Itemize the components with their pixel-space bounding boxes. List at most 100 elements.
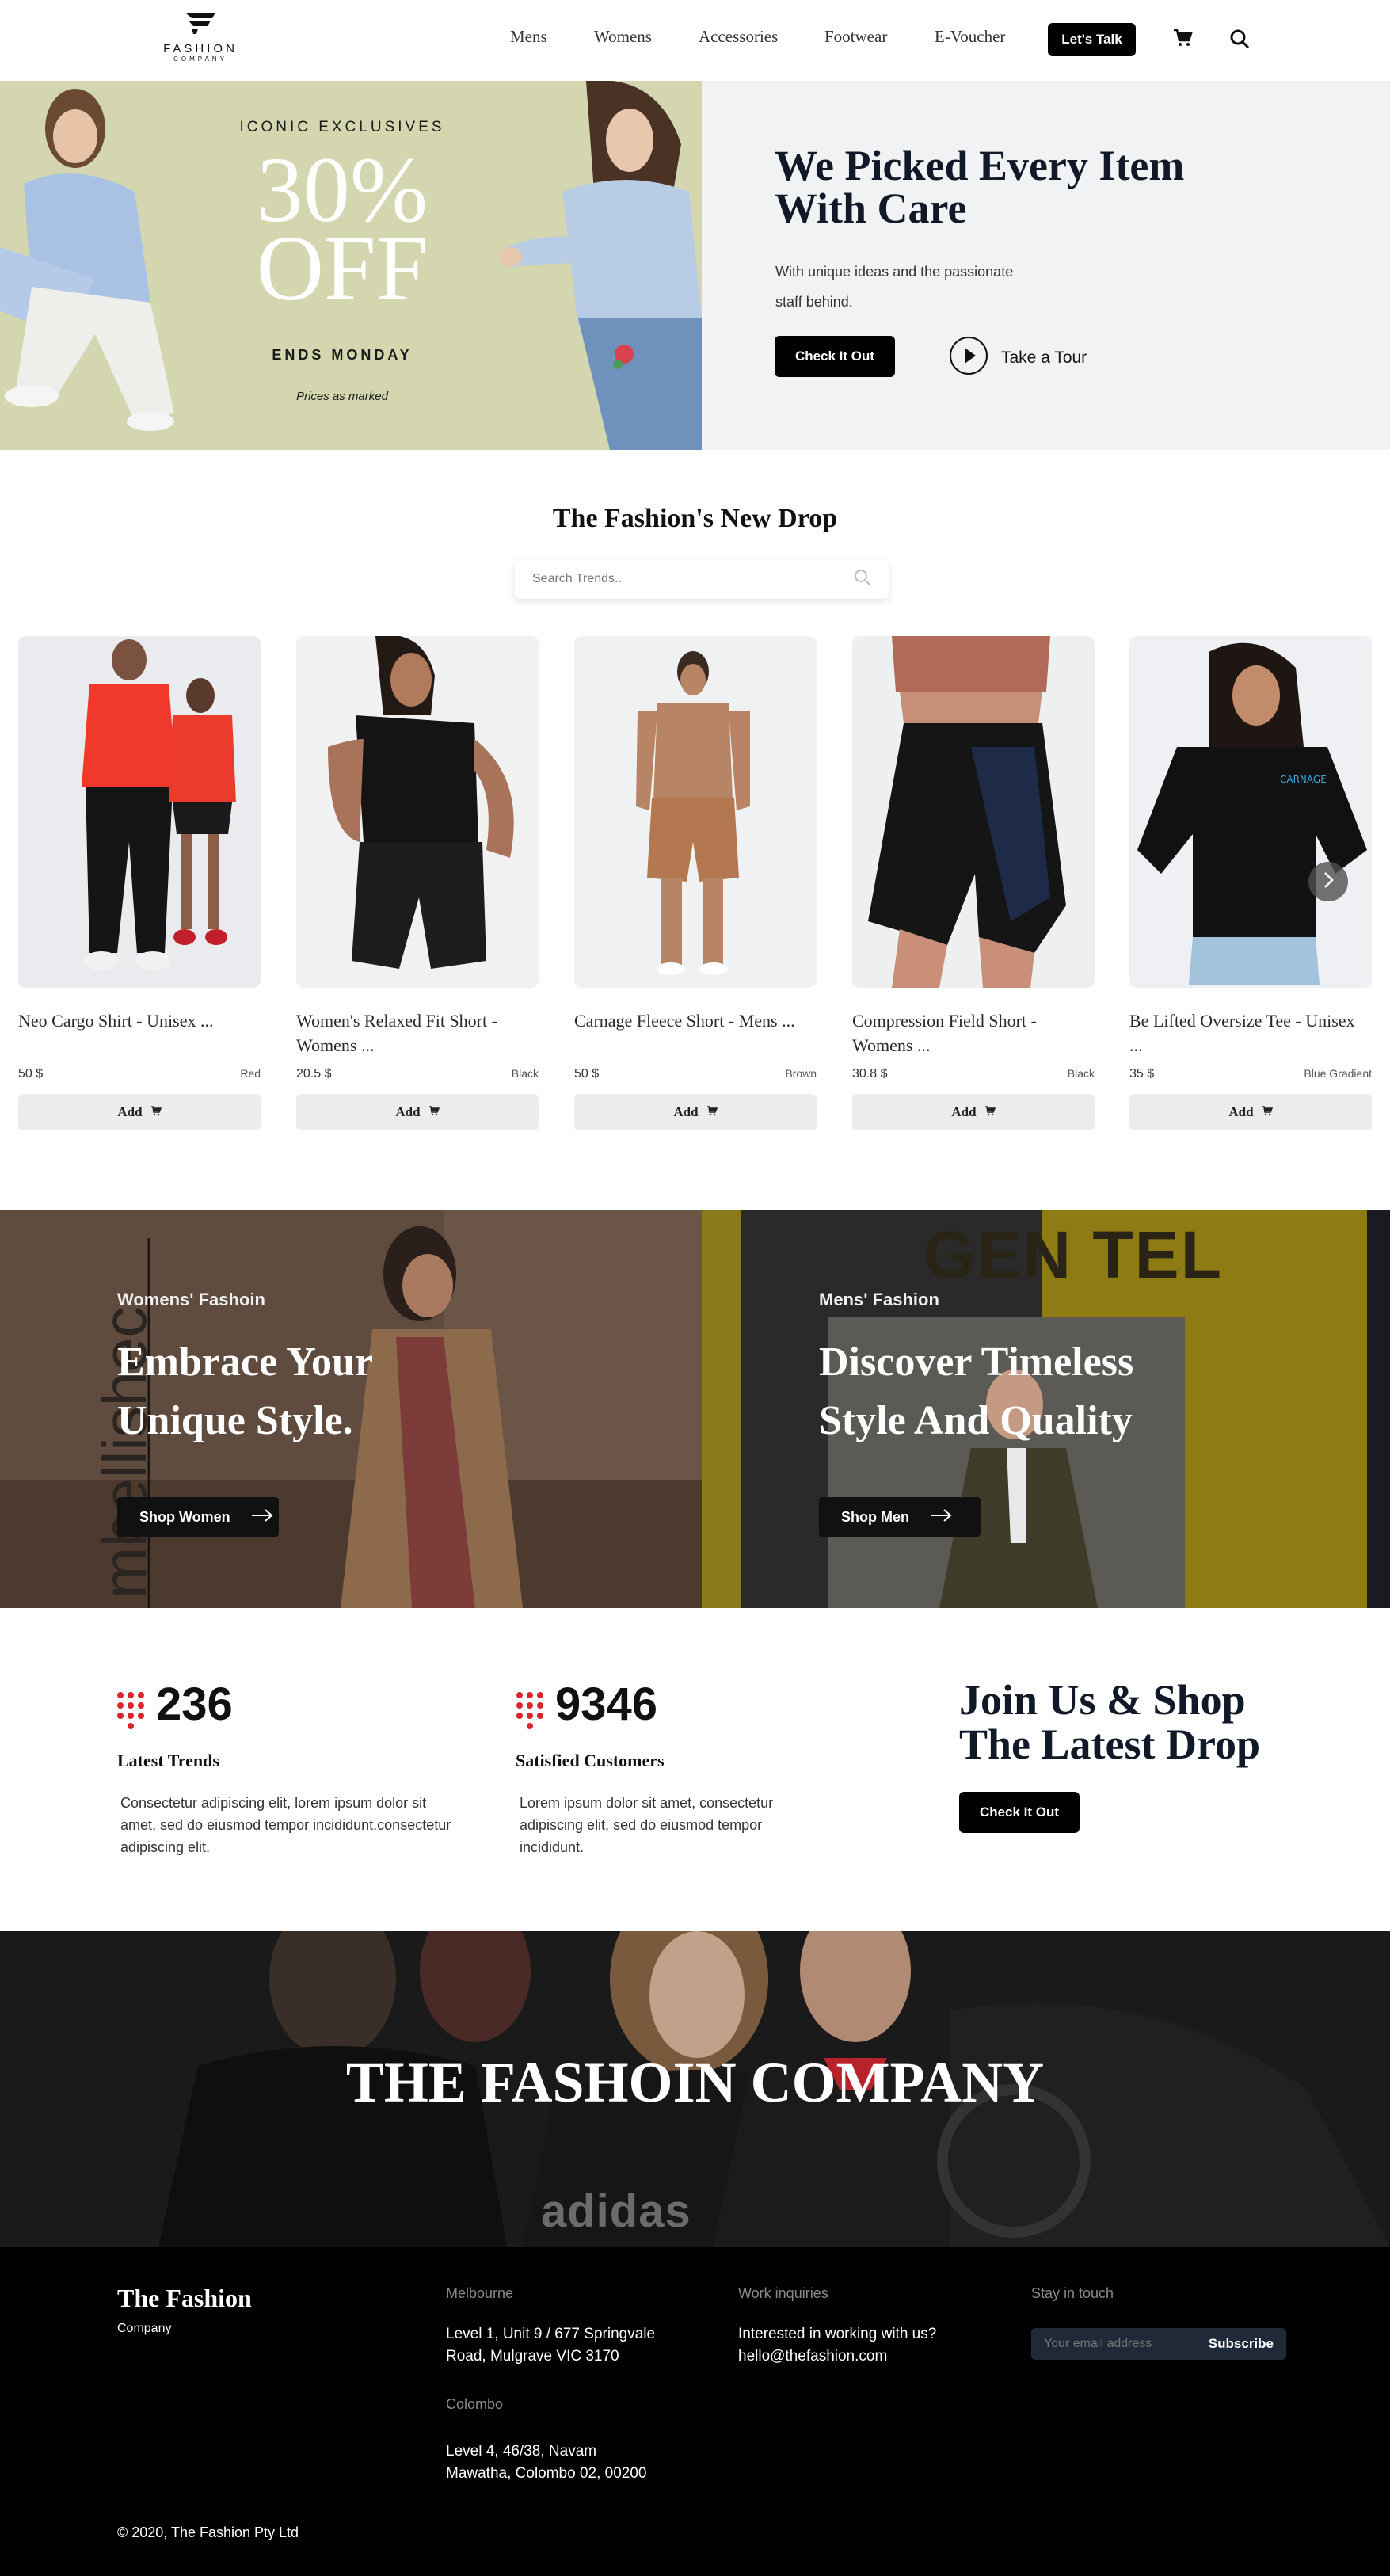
- search-icon[interactable]: [854, 569, 871, 590]
- stat-number-customers: 9346: [555, 1679, 658, 1730]
- product-card[interactable]: Compression Field Short - Womens ... 30.…: [852, 636, 1095, 1130]
- product-image[interactable]: [852, 636, 1095, 988]
- product-title[interactable]: Neo Cargo Shirt - Unisex ...: [18, 1008, 261, 1057]
- logo-text: FASHION: [163, 42, 238, 55]
- arrow-right-icon: [251, 1508, 273, 1526]
- take-a-tour-label: Take a Tour: [1001, 348, 1087, 367]
- cart-icon: [1262, 1104, 1273, 1120]
- footer-work-info: Interested in working with us? hello@the…: [738, 2323, 936, 2368]
- product-title[interactable]: Be Lifted Oversize Tee - Unisex ...: [1129, 1008, 1372, 1057]
- product-image[interactable]: [18, 636, 261, 988]
- dial-pad-icon: [116, 1690, 147, 1736]
- lets-talk-button[interactable]: Let's Talk: [1048, 23, 1136, 56]
- footer-work-heading: Work inquiries: [738, 2285, 828, 2301]
- womens-fashion-banner[interactable]: mbellishec Womens' Fashoin Embrace Your …: [0, 1210, 702, 1608]
- nav-item-footwear[interactable]: Footwear: [824, 27, 887, 47]
- nav-item-womens[interactable]: Womens: [594, 27, 652, 47]
- product-price: 35 $: [1129, 1067, 1155, 1080]
- add-to-cart-button[interactable]: Add: [1129, 1094, 1372, 1130]
- add-label: Add: [673, 1104, 699, 1119]
- promo-note: Prices as marked: [296, 390, 388, 403]
- product-card[interactable]: Women's Relaxed Fit Short - Womens ... 2…: [296, 636, 539, 1130]
- logo-mark-icon: [185, 13, 215, 34]
- product-color: Red: [240, 1067, 261, 1080]
- new-drop-title: The Fashion's New Drop: [552, 504, 838, 533]
- join-check-it-out-button[interactable]: Check It Out: [959, 1792, 1080, 1833]
- brand-logo[interactable]: FASHION COMPANY: [147, 10, 253, 63]
- stat-label-trends: Latest Trends: [117, 1751, 219, 1770]
- footer-colombo-heading: Colombo: [446, 2396, 504, 2412]
- work-email-link[interactable]: hello@thefashion.com: [738, 2348, 887, 2365]
- stat-desc-customers: Lorem ipsum dolor sit amet, consectetur …: [520, 1795, 774, 1855]
- hero-title-line1: We Picked Every Item: [775, 142, 1185, 189]
- product-color: Blue Gradient: [1304, 1067, 1372, 1080]
- hero-check-it-out-button[interactable]: Check It Out: [775, 336, 895, 377]
- footer-brand[interactable]: The Fashion: [117, 2284, 252, 2313]
- add-label: Add: [117, 1104, 143, 1119]
- subscribe-button[interactable]: Subscribe: [1209, 2336, 1274, 2352]
- footer-colombo-address: Level 4, 46/38, Navam Mawatha, Colombo 0…: [446, 2441, 647, 2485]
- product-price: 50 $: [574, 1067, 600, 1080]
- brand-banner: adidas THE FASHOIN COMPANY: [0, 1931, 1390, 2247]
- product-card[interactable]: Neo Cargo Shirt - Unisex ... 50 $ Red Ad…: [18, 636, 261, 1130]
- product-card[interactable]: CARNAGE Be Lifted Oversize Tee - Unisex …: [1129, 636, 1372, 1130]
- hero-subtitle-line2: staff behind.: [775, 294, 853, 310]
- work-line1: Interested in working with us?: [738, 2326, 937, 2342]
- join-title-line2: The Latest Drop: [959, 1721, 1261, 1768]
- promo-kicker: ICONIC EXCLUSIVES: [239, 119, 445, 135]
- shop-women-label: Shop Women: [139, 1508, 230, 1525]
- model-left-image: [0, 89, 174, 431]
- product-meta: 20.5 $ Black: [296, 1067, 539, 1081]
- cart-icon: [984, 1104, 996, 1120]
- product-title[interactable]: Carnage Fleece Short - Mens ...: [574, 1008, 817, 1057]
- footer-stay-heading: Stay in touch: [1031, 2285, 1114, 2301]
- brand-banner-title: THE FASHOIN COMPANY: [345, 2051, 1045, 2114]
- newsletter-email-input[interactable]: [1044, 2337, 1194, 2351]
- womens-banner-title-line1: Embrace Your: [117, 1339, 374, 1385]
- product-image[interactable]: CARNAGE: [1129, 636, 1372, 988]
- shirt-logo-text: adidas: [541, 2185, 691, 2237]
- carousel-next-button[interactable]: [1308, 862, 1348, 901]
- add-to-cart-button[interactable]: Add: [852, 1094, 1095, 1130]
- nav-item-e-voucher[interactable]: E-Voucher: [935, 27, 1005, 47]
- newsletter-form: Subscribe: [1031, 2328, 1286, 2360]
- shop-women-button[interactable]: Shop Women: [117, 1497, 279, 1537]
- product-color: Brown: [785, 1067, 817, 1080]
- nav-item-accessories[interactable]: Accessories: [699, 27, 778, 47]
- footer-melbourne-address: Level 1, Unit 9 / 677 Springvale Road, M…: [446, 2323, 655, 2368]
- hero-panel: We Picked Every Item With Care With uniq…: [702, 81, 1390, 450]
- product-title[interactable]: Compression Field Short - Womens ...: [852, 1008, 1095, 1057]
- product-image[interactable]: [296, 636, 539, 988]
- mens-banner-title-line2: Style And Quality: [819, 1398, 1133, 1443]
- shop-men-button[interactable]: Shop Men: [819, 1497, 981, 1537]
- take-a-tour-button[interactable]: Take a Tour: [949, 336, 1087, 379]
- add-to-cart-button[interactable]: Add: [296, 1094, 539, 1130]
- mens-banner-bg-text: GEN TEL: [923, 1218, 1224, 1292]
- arrow-right-icon: [930, 1508, 952, 1526]
- product-meta: 30.8 $ Black: [852, 1067, 1095, 1081]
- mens-banner-kicker: Mens' Fashion: [819, 1290, 939, 1309]
- melbourne-line1: Level 1, Unit 9 / 677 Springvale: [446, 2326, 656, 2342]
- cart-icon: [428, 1104, 440, 1120]
- add-label: Add: [395, 1104, 421, 1119]
- nav-item-mens[interactable]: Mens: [510, 27, 547, 47]
- mens-fashion-banner[interactable]: GEN TEL Mens' Fashion Discover Timeless …: [702, 1210, 1390, 1608]
- cart-icon: [706, 1104, 718, 1120]
- product-color: Black: [511, 1067, 539, 1080]
- search-icon[interactable]: [1229, 29, 1250, 53]
- cart-icon[interactable]: [1172, 27, 1193, 51]
- product-card[interactable]: Carnage Fleece Short - Mens ... 50 $ Bro…: [574, 636, 817, 1130]
- hero-promo-image: ICONIC EXCLUSIVES 30% OFF ENDS MONDAY Pr…: [0, 81, 702, 450]
- product-price: 50 $: [18, 1067, 44, 1080]
- product-meta: 50 $ Brown: [574, 1067, 817, 1081]
- play-icon: [949, 336, 988, 379]
- product-title[interactable]: Women's Relaxed Fit Short - Womens ...: [296, 1008, 539, 1057]
- search-trends-input[interactable]: [532, 572, 833, 586]
- product-image[interactable]: [574, 636, 817, 988]
- footer-melbourne-heading: Melbourne: [446, 2285, 514, 2301]
- search-trends-box[interactable]: [515, 559, 889, 599]
- add-to-cart-button[interactable]: Add: [574, 1094, 817, 1130]
- top-navbar: FASHION COMPANY Mens Womens Accessories …: [0, 0, 1390, 81]
- svg-text:CARNAGE: CARNAGE: [1280, 774, 1327, 785]
- add-to-cart-button[interactable]: Add: [18, 1094, 261, 1130]
